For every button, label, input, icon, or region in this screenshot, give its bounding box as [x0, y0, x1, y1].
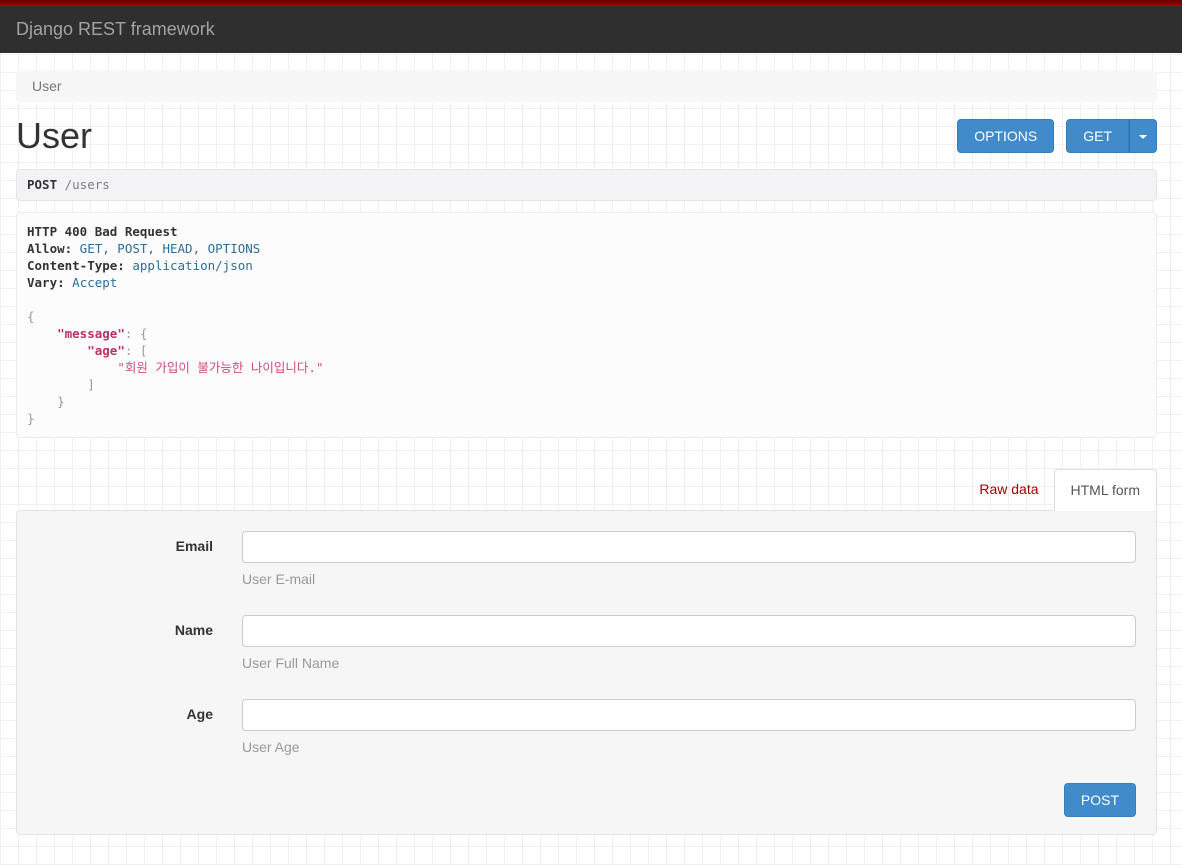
age-field[interactable]	[242, 699, 1136, 731]
caret-down-icon	[1139, 135, 1147, 140]
request-path: /users	[57, 177, 110, 192]
email-help-text: User E-mail	[242, 571, 316, 587]
breadcrumb: User	[16, 70, 1157, 102]
form-submit-row: POST	[33, 783, 1136, 817]
page-title: User	[16, 115, 93, 156]
navbar: Django REST framework	[0, 6, 1182, 53]
breadcrumb-item-user: User	[32, 78, 62, 94]
request-method: POST	[27, 177, 58, 192]
main-content: User User OPTIONS GET POST /users HTTP 4…	[16, 70, 1157, 835]
page-header: User OPTIONS GET	[16, 114, 1157, 158]
form-group-email: Email User E-mail	[33, 531, 1136, 588]
form-group-name: Name User Full Name	[33, 615, 1136, 672]
response-body: HTTP 400 Bad Request Allow: GET, POST, H…	[27, 224, 324, 426]
email-label: Email	[175, 538, 213, 554]
tab-raw-data[interactable]: Raw data	[964, 469, 1053, 509]
brand-link[interactable]: Django REST framework	[16, 19, 215, 40]
action-buttons: OPTIONS GET	[957, 119, 1157, 153]
form-tabs: Raw data HTML form	[16, 469, 1157, 511]
get-button[interactable]: GET	[1066, 119, 1129, 153]
form-group-age: Age User Age	[33, 699, 1136, 756]
name-field[interactable]	[242, 615, 1136, 647]
get-dropdown-toggle[interactable]	[1129, 119, 1157, 153]
get-button-group: GET	[1066, 119, 1157, 153]
post-button[interactable]: POST	[1063, 783, 1136, 817]
email-field[interactable]	[242, 531, 1136, 563]
name-label: Name	[174, 622, 213, 638]
tab-html-form[interactable]: HTML form	[1053, 469, 1157, 511]
response-info: HTTP 400 Bad Request Allow: GET, POST, H…	[16, 212, 1157, 438]
name-help-text: User Full Name	[242, 655, 340, 671]
options-button[interactable]: OPTIONS	[957, 119, 1055, 153]
age-help-text: User Age	[242, 739, 300, 755]
html-form-panel: Email User E-mail Name User Full Name Ag…	[16, 510, 1157, 835]
age-label: Age	[186, 706, 213, 722]
request-info: POST /users	[16, 169, 1157, 201]
